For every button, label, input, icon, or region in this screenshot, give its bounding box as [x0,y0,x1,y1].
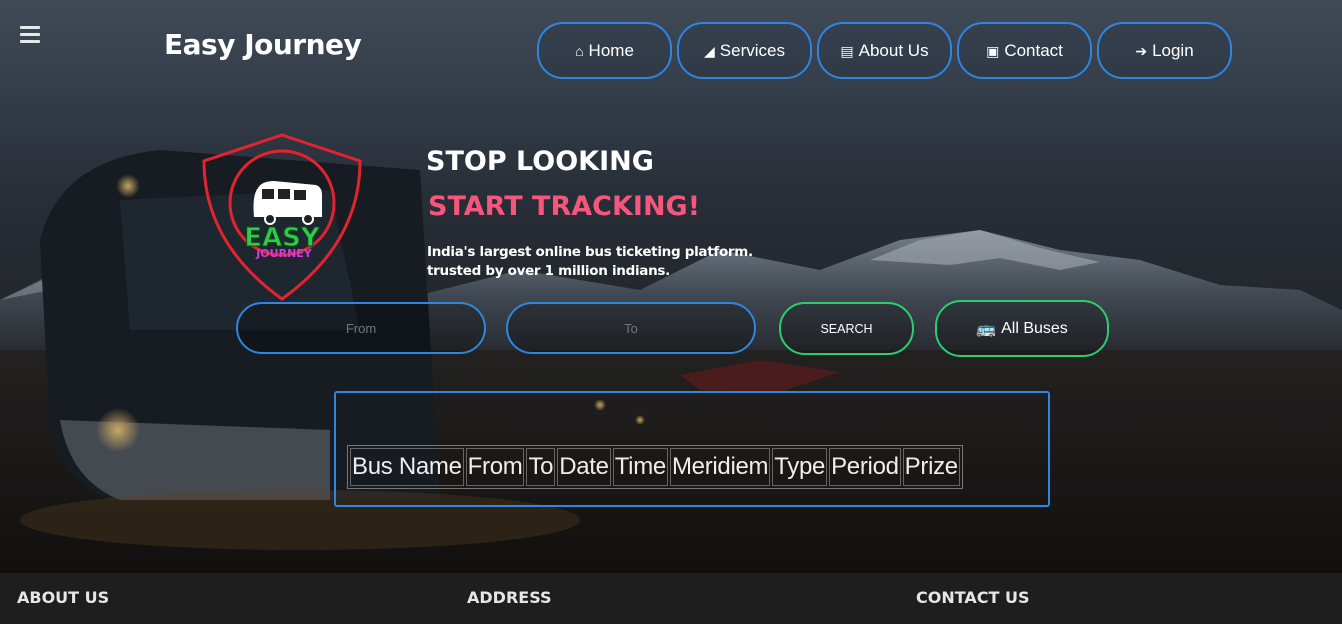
col-period: Period [829,448,901,486]
col-time: Time [612,448,668,486]
footer-about-heading: ABOUT US [17,588,110,607]
col-date: Date [557,448,611,486]
nav-login-label: Login [1152,40,1194,60]
nav-services-label: Services [719,40,785,60]
main-nav: ⌂ Home ◢ Services ▤ About Us ▣ Contact ➔… [537,22,1232,79]
hamburger-menu-icon[interactable] [20,26,40,44]
nav-about-label: About Us [858,40,929,60]
footer-address-heading: ADDRESS [467,588,552,607]
bus-results-table: Bus Name From To Date Time Meridiem Type… [347,445,963,489]
nav-services-button[interactable]: ◢ Services [677,22,812,79]
tagline-1: India's largest online bus ticketing pla… [427,244,753,260]
nav-login-button[interactable]: ➔ Login [1097,22,1232,79]
col-from: From [465,448,525,486]
all-buses-label: All Buses [1001,319,1068,337]
col-type: Type [772,448,828,486]
all-buses-button[interactable]: 🚌 All Buses [935,300,1109,357]
logo-text-journey: JOURNEY [255,247,313,260]
bus-icon: 🚌 [976,320,997,338]
nav-home-button[interactable]: ⌂ Home [537,22,672,79]
col-to: To [526,448,556,486]
easy-journey-logo: EASY JOURNEY [202,133,362,301]
nav-home-label: Home [588,40,634,60]
brand-title[interactable]: Easy Journey [164,28,362,61]
nav-about-button[interactable]: ▤ About Us [817,22,952,79]
nav-contact-button[interactable]: ▣ Contact [957,22,1092,79]
id-card-icon: ▤ [840,42,854,59]
subheadline: START TRACKING! [428,191,701,222]
to-input[interactable] [506,302,756,354]
search-button[interactable]: SEARCH [779,302,914,355]
results-panel: Bus Name From To Date Time Meridiem Type… [334,391,1050,507]
from-input[interactable] [236,302,486,354]
services-icon: ◢ [704,42,715,59]
tagline-2: trusted by over 1 million indians. [427,263,670,279]
headline: STOP LOOKING [426,146,654,177]
login-icon: ➔ [1135,42,1148,59]
table-header-row: Bus Name From To Date Time Meridiem Type… [350,448,960,486]
home-icon: ⌂ [575,42,584,59]
col-prize: Prize [902,448,960,486]
col-meridiem: Meridiem [669,448,771,486]
contact-icon: ▣ [986,42,1000,59]
col-bus-name: Bus Name [350,448,464,486]
footer-contact-heading: CONTACT US [916,588,1030,607]
footer: ABOUT US ADDRESS CONTACT US [0,573,1342,624]
nav-contact-label: Contact [1004,40,1063,60]
